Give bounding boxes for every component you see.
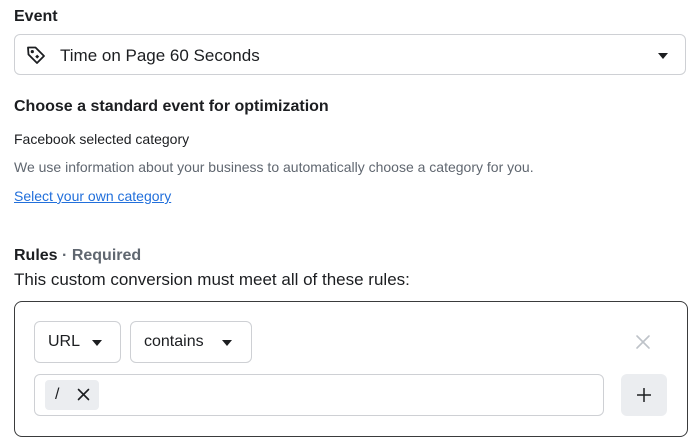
rule-value-input[interactable]: / <box>34 374 604 416</box>
rules-heading: Rules · Required <box>14 247 141 265</box>
optimization-title: Choose a standard event for optimization <box>14 98 329 115</box>
selected-category-text: Facebook selected category <box>14 131 190 147</box>
chevron-down-icon <box>222 340 232 346</box>
remove-chip-icon[interactable] <box>77 388 90 401</box>
rule-card: URL contains / <box>14 301 688 437</box>
tag-icon <box>27 46 45 64</box>
rules-separator: · <box>62 247 68 264</box>
rule-operator-dropdown[interactable]: contains <box>130 321 252 363</box>
close-icon[interactable] <box>635 334 651 350</box>
plus-icon <box>637 388 651 402</box>
select-own-category-link[interactable]: Select your own category <box>14 188 171 204</box>
add-value-button[interactable] <box>621 374 667 416</box>
category-help-text: We use information about your business t… <box>14 159 534 175</box>
rule-field-dropdown[interactable]: URL <box>34 321 121 363</box>
chevron-down-icon <box>92 340 102 346</box>
required-label: Required <box>71 247 142 264</box>
rules-title: Rules <box>14 247 58 264</box>
rules-subtitle: This custom conversion must meet all of … <box>14 270 410 289</box>
value-chip: / <box>45 380 99 410</box>
value-chip-text: / <box>55 386 60 403</box>
event-label: Event <box>14 8 58 25</box>
rule-operator-value: contains <box>144 333 204 350</box>
event-selected-value: Time on Page 60 Seconds <box>60 46 260 65</box>
event-dropdown[interactable]: Time on Page 60 Seconds <box>14 34 686 75</box>
chevron-down-icon <box>658 53 668 59</box>
rule-field-value: URL <box>48 333 81 350</box>
